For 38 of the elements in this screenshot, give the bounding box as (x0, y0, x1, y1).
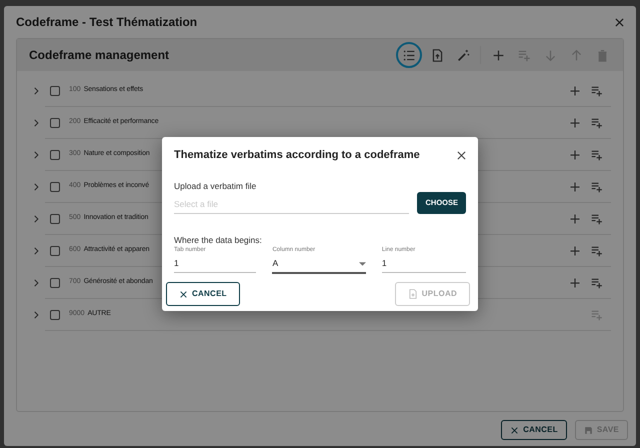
playlist-add-icon[interactable] (591, 180, 603, 192)
playlist-add-icon[interactable] (591, 244, 603, 256)
checkbox[interactable] (50, 214, 60, 224)
checkbox[interactable] (50, 182, 60, 192)
list-icon[interactable] (402, 48, 416, 62)
checkbox[interactable] (50, 86, 60, 96)
close-icon[interactable] (615, 18, 624, 26)
plus-icon[interactable] (569, 148, 581, 160)
checkbox[interactable] (50, 278, 60, 288)
column-select[interactable]: A (272, 255, 366, 274)
plus-icon[interactable] (569, 116, 581, 128)
playlist-add-icon[interactable] (591, 148, 603, 160)
close-icon[interactable] (510, 426, 520, 434)
upload-label: Upload a verbatim file (174, 180, 258, 192)
playlist-add-icon[interactable] (591, 84, 603, 96)
playlist-add-icon[interactable] (591, 116, 603, 128)
caret-icon[interactable] (358, 262, 366, 266)
plus-icon[interactable] (569, 212, 581, 224)
cancel-button[interactable]: CANCEL (501, 420, 567, 440)
playlist-add-icon[interactable] (591, 276, 603, 288)
playlist-add-icon[interactable] (591, 212, 603, 224)
number-field[interactable]: 1 (174, 255, 256, 273)
checkbox[interactable] (50, 246, 60, 256)
plus-icon[interactable] (569, 180, 581, 192)
window-title: Codeframe - Test Thématization (16, 14, 198, 31)
plus-icon[interactable] (569, 244, 581, 256)
plus-icon[interactable] (569, 276, 581, 288)
number-field[interactable]: 1 (382, 255, 466, 273)
close-icon[interactable] (457, 150, 466, 160)
plus-icon[interactable] (569, 84, 581, 96)
checkbox[interactable] (50, 150, 60, 160)
checkbox[interactable] (50, 118, 60, 128)
panel-title: Codeframe management (29, 47, 170, 64)
toolbar-button[interactable] (398, 44, 420, 66)
cancel-button[interactable]: CANCEL (166, 282, 240, 306)
section-label: Where the data begins: (174, 234, 263, 246)
close-icon[interactable] (179, 290, 188, 298)
dialog-title: Thematize verbatims according to a codeframe (174, 148, 420, 163)
